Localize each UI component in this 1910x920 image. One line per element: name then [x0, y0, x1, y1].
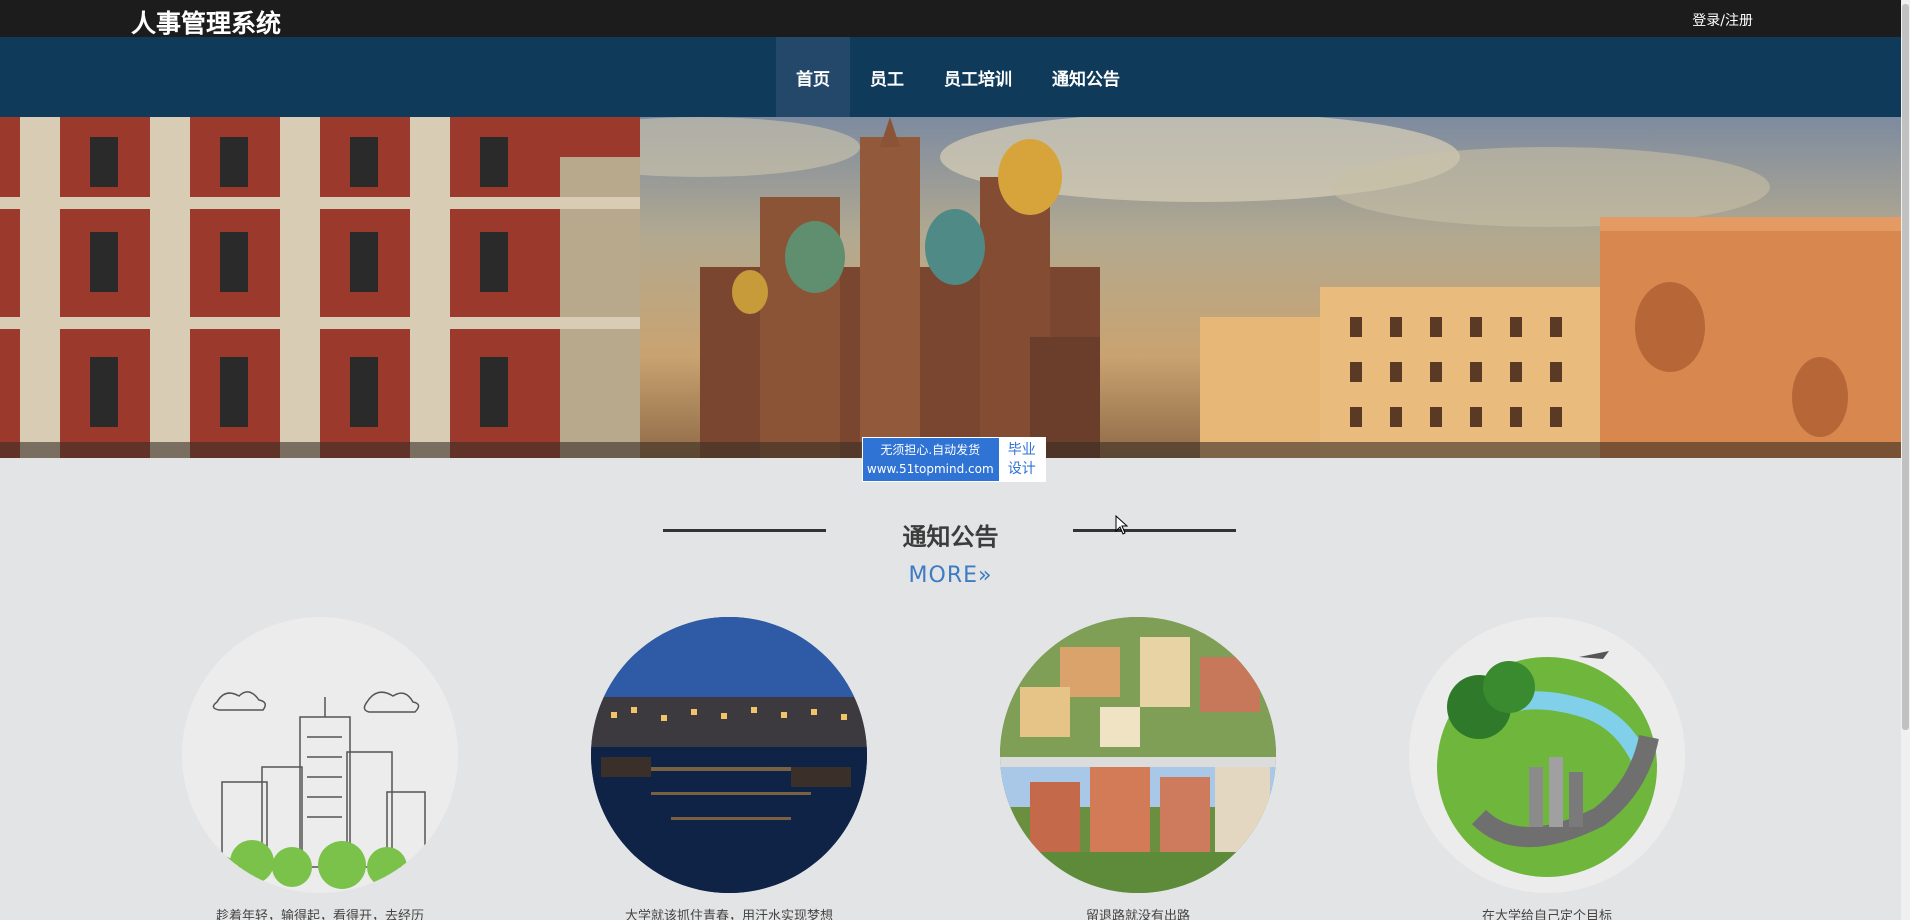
nav-item-training[interactable]: 员工培训	[924, 37, 1032, 117]
notice-card-3[interactable]: 留退路就没有出路	[1000, 617, 1276, 920]
mouse-cursor-icon	[1115, 515, 1129, 535]
scrollbar-thumb[interactable]	[1902, 4, 1909, 730]
nav-item-notices[interactable]: 通知公告	[1032, 37, 1140, 117]
watermark-badge: 无须担心.自动发货 www.51topmind.com 毕业 设计	[862, 437, 1046, 482]
page-scrollbar[interactable]	[1901, 0, 1910, 920]
notice-image-3[interactable]	[1000, 617, 1276, 893]
section-title: 通知公告	[902, 523, 999, 551]
more-link[interactable]: MORE»	[0, 563, 1901, 588]
nav-item-home[interactable]: 首页	[776, 37, 850, 117]
top-bar: 人事管理系统 登录/注册	[0, 0, 1901, 38]
nav-list: 首页 员工 员工培训 通知公告	[776, 37, 1140, 117]
notice-caption-1[interactable]: 趁着年轻，输得起，看得开，去经历	[142, 905, 498, 920]
notice-caption-4[interactable]: 在大学给自己定个目标	[1369, 905, 1725, 920]
notice-card-4[interactable]: 在大学给自己定个目标	[1409, 617, 1685, 920]
watermark-text: 无须担心.自动发货 www.51topmind.com	[863, 438, 998, 481]
more-label: MORE	[908, 563, 978, 588]
watermark-line2: www.51topmind.com	[866, 462, 994, 476]
banner-cityscape-image	[0, 117, 1901, 458]
watermark-side1: 毕业	[1007, 442, 1036, 458]
watermark-side: 毕业 设计	[997, 438, 1045, 481]
notice-caption-2[interactable]: 大学就该抓住青春，用汗水实现梦想	[551, 905, 907, 920]
notice-image-1[interactable]	[182, 617, 458, 893]
notice-image-2[interactable]	[591, 617, 867, 893]
login-register-link[interactable]: 登录/注册	[1692, 10, 1753, 30]
hero-banner	[0, 117, 1901, 458]
main-nav: 首页 员工 员工培训 通知公告	[0, 37, 1901, 117]
notice-caption-3[interactable]: 留退路就没有出路	[960, 905, 1316, 920]
watermark-line1: 无须担心.自动发货	[880, 443, 981, 457]
nav-item-employees[interactable]: 员工	[850, 37, 924, 117]
site-title: 人事管理系统	[131, 9, 282, 38]
watermark-side2: 设计	[1007, 461, 1036, 477]
notice-card-2[interactable]: 大学就该抓住青春，用汗水实现梦想	[591, 617, 867, 920]
notice-card-1[interactable]: 趁着年轻，输得起，看得开，去经历	[182, 617, 458, 920]
notice-image-4[interactable]	[1409, 617, 1685, 893]
double-chevron-right-icon: »	[978, 563, 993, 588]
